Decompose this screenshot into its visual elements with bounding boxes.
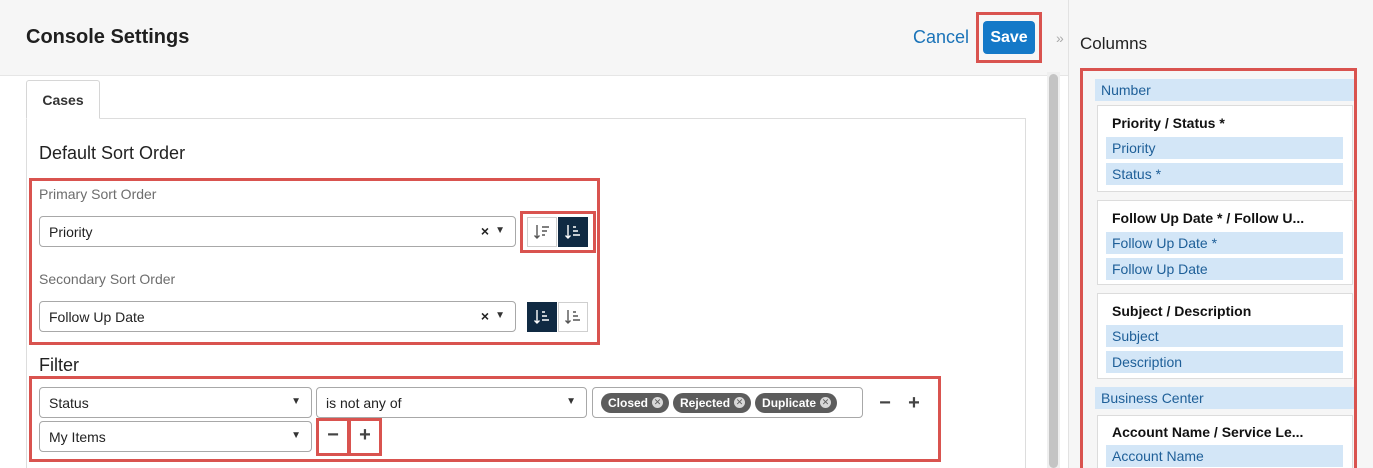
filter-field-select[interactable]: Status ▼ xyxy=(39,387,312,418)
save-button[interactable]: Save xyxy=(983,21,1035,54)
chevron-down-icon[interactable]: ▼ xyxy=(566,396,576,407)
column-group-title: Subject / Description xyxy=(1112,303,1252,319)
chevron-down-icon[interactable]: ▼ xyxy=(291,430,301,441)
filter-field-value-2: My Items xyxy=(49,428,106,445)
column-group[interactable]: Follow Up Date * / Follow U... Follow Up… xyxy=(1097,200,1353,285)
primary-sort-label: Primary Sort Order xyxy=(39,186,157,202)
sort-descending-icon xyxy=(565,310,580,324)
filter-field-value: Status xyxy=(49,394,89,411)
sort-section-title: Default Sort Order xyxy=(39,143,186,163)
column-item[interactable]: Description xyxy=(1106,351,1343,373)
scrollbar-thumb[interactable] xyxy=(1049,74,1058,468)
remove-filter-button[interactable]: − xyxy=(872,390,898,416)
column-item-business-center[interactable]: Business Center xyxy=(1095,387,1354,409)
remove-filter-button-2[interactable]: − xyxy=(320,422,346,448)
chevron-down-icon[interactable]: ▼ xyxy=(495,310,505,321)
pill-label: Duplicate xyxy=(762,395,817,410)
filter-field-select-2[interactable]: My Items ▼ xyxy=(39,421,312,452)
collapse-panel-icon[interactable]: » xyxy=(1056,30,1064,46)
clear-icon[interactable]: × xyxy=(481,308,489,324)
column-group-title: Follow Up Date * / Follow U... xyxy=(1112,210,1305,226)
filter-values-multiselect[interactable]: Closed ✕ Rejected ✕ Duplicate ✕ xyxy=(592,387,863,418)
remove-icon[interactable]: ✕ xyxy=(652,397,664,408)
clear-icon[interactable]: × xyxy=(481,223,489,239)
header-bar: Console Settings Cancel Save » xyxy=(0,0,1068,76)
sort-ascending-icon xyxy=(534,310,549,324)
chevron-down-icon[interactable]: ▼ xyxy=(495,225,505,236)
chevron-down-icon[interactable]: ▼ xyxy=(291,396,301,407)
secondary-sort-select[interactable]: Follow Up Date × ▼ xyxy=(39,301,516,332)
filter-value-pill[interactable]: Closed ✕ xyxy=(601,392,670,413)
column-item[interactable]: Follow Up Date * xyxy=(1106,232,1343,254)
secondary-sort-label: Secondary Sort Order xyxy=(39,271,176,287)
columns-list: Number Priority / Status * Priority Stat… xyxy=(1080,68,1357,468)
sort-descending-icon xyxy=(565,225,580,239)
column-item[interactable]: Status * xyxy=(1106,163,1343,185)
primary-sort-value: Priority xyxy=(49,223,93,240)
column-group-title: Account Name / Service Le... xyxy=(1112,424,1304,440)
column-item[interactable]: Follow Up Date xyxy=(1106,258,1343,280)
add-filter-button[interactable]: + xyxy=(901,390,927,416)
filter-value-pill[interactable]: Duplicate ✕ xyxy=(755,392,838,413)
secondary-sort-descending-button[interactable] xyxy=(558,302,588,332)
filter-value-pill[interactable]: Rejected ✕ xyxy=(673,392,752,413)
cancel-button[interactable]: Cancel xyxy=(913,27,969,48)
columns-title: Columns xyxy=(1080,34,1148,53)
column-group-title: Priority / Status * xyxy=(1112,115,1225,131)
column-group[interactable]: Account Name / Service Le... Account Nam… xyxy=(1097,415,1353,468)
sort-ascending-icon xyxy=(534,225,549,239)
column-group[interactable]: Priority / Status * Priority Status * xyxy=(1097,105,1353,192)
column-item[interactable]: Priority xyxy=(1106,137,1343,159)
filter-operator-select[interactable]: is not any of ▼ xyxy=(316,387,587,418)
sort-ascending-button[interactable] xyxy=(527,217,557,247)
column-item[interactable]: Account Name xyxy=(1106,445,1343,467)
pill-label: Closed xyxy=(608,395,649,410)
page-title: Console Settings xyxy=(26,26,190,48)
column-item[interactable]: Subject xyxy=(1106,325,1343,347)
tab-cases[interactable]: Cases xyxy=(26,80,100,119)
secondary-sort-value: Follow Up Date xyxy=(49,308,145,325)
secondary-sort-ascending-button[interactable] xyxy=(527,302,557,332)
sort-descending-button[interactable] xyxy=(558,217,588,247)
column-group[interactable]: Subject / Description Subject Descriptio… xyxy=(1097,293,1353,379)
filter-operator-value: is not any of xyxy=(326,394,402,411)
remove-icon[interactable]: ✕ xyxy=(734,397,746,408)
remove-icon[interactable]: ✕ xyxy=(820,397,832,408)
pill-label: Rejected xyxy=(680,395,731,410)
column-item-number[interactable]: Number xyxy=(1095,79,1354,101)
add-filter-button-2[interactable]: + xyxy=(352,422,378,448)
main-panel: Console Settings Cancel Save » Cases Def… xyxy=(0,0,1068,468)
filter-section-title: Filter xyxy=(39,355,79,375)
primary-sort-select[interactable]: Priority × ▼ xyxy=(39,216,516,247)
